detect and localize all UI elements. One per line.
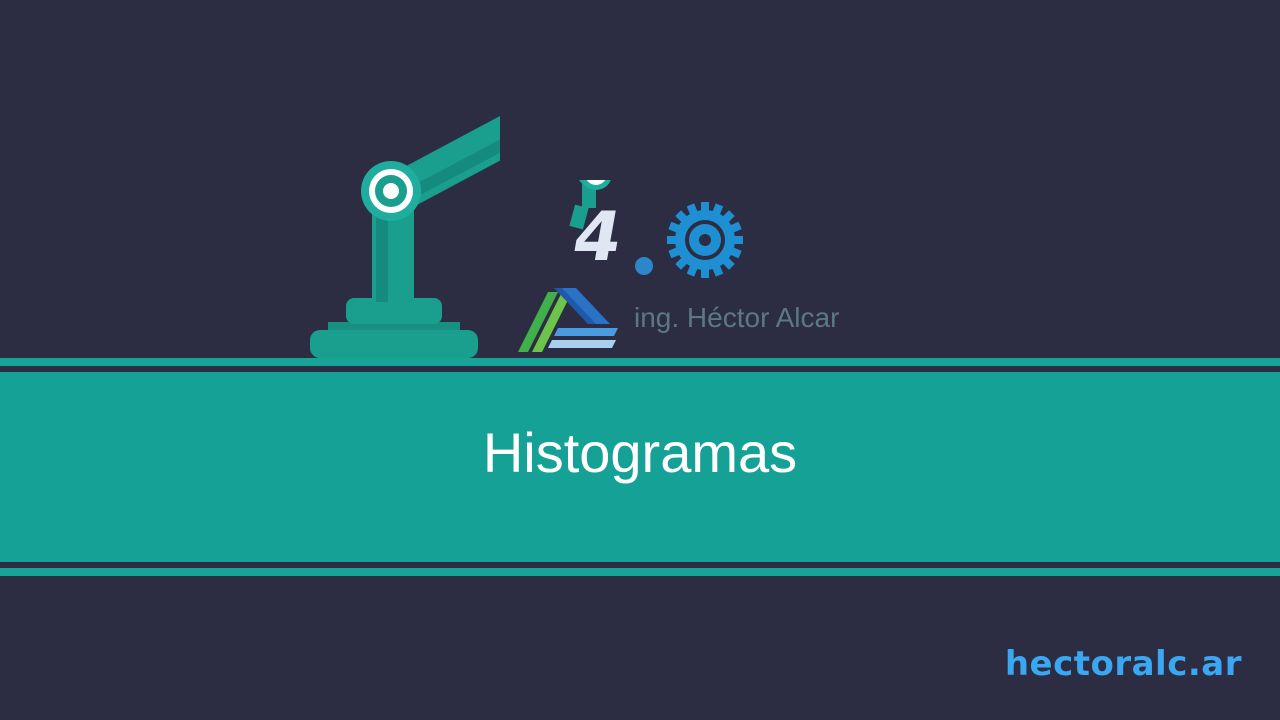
author-name: ing. Héctor Alcar xyxy=(634,302,840,333)
band-bottom-stripe xyxy=(0,568,1280,576)
slide-title: Histogramas xyxy=(482,420,798,484)
website-label: hectoralc.ar xyxy=(1004,644,1242,684)
band-top-stripe xyxy=(0,358,1280,366)
author-logo-icon xyxy=(518,288,618,352)
robot-arm-icon xyxy=(310,116,500,358)
logo-40-icon: 4 xyxy=(567,180,743,278)
title-slide: 4 ing. Héctor Alcar Histogramas hectoral… xyxy=(0,0,1280,720)
gear-icon xyxy=(667,202,743,278)
title-band: Histogramas xyxy=(0,372,1280,562)
